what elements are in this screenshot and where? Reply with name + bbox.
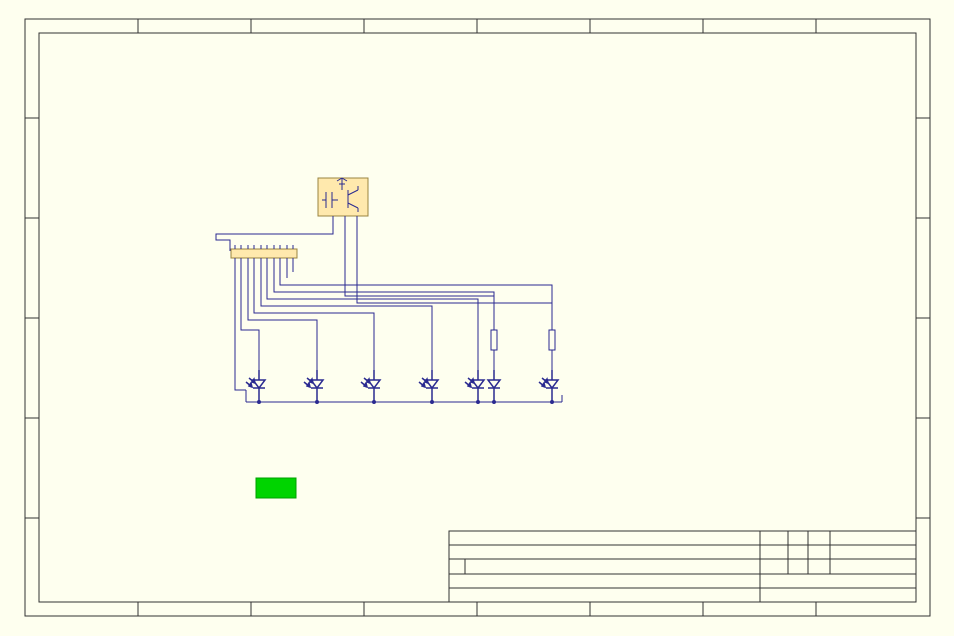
ic-component[interactable] — [318, 178, 368, 222]
led-5[interactable] — [465, 370, 484, 402]
led-3[interactable] — [361, 370, 380, 402]
led-4[interactable] — [419, 370, 438, 402]
schematic-svg — [0, 0, 954, 636]
fanout-wires — [235, 263, 552, 390]
green-marker[interactable] — [256, 478, 296, 498]
led-2[interactable] — [304, 370, 323, 402]
title-block — [449, 531, 916, 602]
led-7[interactable] — [539, 370, 558, 402]
led-1[interactable] — [246, 370, 265, 402]
led-6[interactable] — [488, 370, 500, 402]
schematic-sheet — [0, 0, 954, 636]
resistor-2[interactable] — [549, 303, 555, 370]
ground-bus — [246, 390, 562, 404]
pin-header[interactable] — [231, 245, 297, 263]
led-row — [246, 370, 558, 402]
resistor-1[interactable] — [491, 296, 497, 370]
ic-wires — [216, 222, 552, 303]
